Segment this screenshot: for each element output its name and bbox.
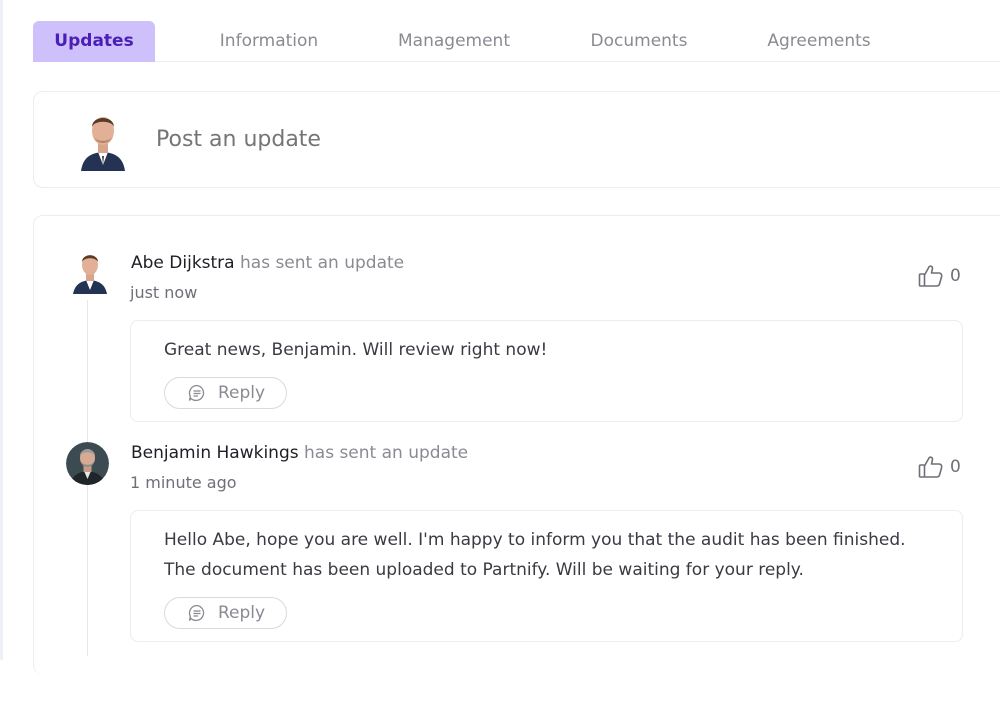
- update-header: Benjamin Hawkings has sent an update: [131, 441, 468, 465]
- tab-bar: Updates Information Management Documents…: [33, 21, 1000, 62]
- reply-label: Reply: [218, 603, 266, 623]
- like-count: 0: [950, 457, 961, 477]
- abe-avatar: [70, 250, 110, 294]
- chat-bubble-icon: [188, 604, 205, 622]
- benjamin-avatar: [66, 442, 109, 485]
- update-action: has sent an update: [240, 253, 405, 273]
- tab-updates[interactable]: Updates: [33, 21, 155, 62]
- author-name[interactable]: Benjamin Hawkings: [131, 443, 299, 463]
- tab-management[interactable]: Management: [391, 21, 517, 62]
- reply-label: Reply: [218, 383, 266, 403]
- tab-information[interactable]: Information: [209, 21, 329, 62]
- tab-agreements[interactable]: Agreements: [761, 21, 877, 62]
- update-message-box: Hello Abe, hope you are well. I'm happy …: [130, 510, 963, 642]
- update-action: has sent an update: [304, 443, 469, 463]
- update-time: just now: [130, 283, 198, 302]
- post-update-card: [33, 91, 1000, 188]
- thumbs-up-icon: [918, 456, 943, 478]
- like-count: 0: [950, 266, 961, 286]
- update-header: Abe Dijkstra has sent an update: [131, 251, 404, 275]
- user-avatar: [79, 109, 127, 171]
- page-left-rule: [0, 0, 3, 660]
- chat-bubble-icon: [188, 384, 205, 402]
- update-time: 1 minute ago: [130, 473, 237, 492]
- update-message: Great news, Benjamin. Will review right …: [164, 340, 548, 360]
- update-message: Hello Abe, hope you are well. I'm happy …: [164, 530, 906, 580]
- post-update-input[interactable]: [156, 120, 756, 160]
- reply-button[interactable]: Reply: [164, 597, 287, 629]
- reply-button[interactable]: Reply: [164, 377, 287, 409]
- thumbs-up-icon: [918, 265, 943, 287]
- update-message-box: Great news, Benjamin. Will review right …: [130, 320, 963, 422]
- like-button[interactable]: 0: [918, 455, 961, 479]
- tab-documents[interactable]: Documents: [586, 21, 692, 62]
- like-button[interactable]: 0: [918, 264, 961, 288]
- author-name[interactable]: Abe Dijkstra: [131, 253, 235, 273]
